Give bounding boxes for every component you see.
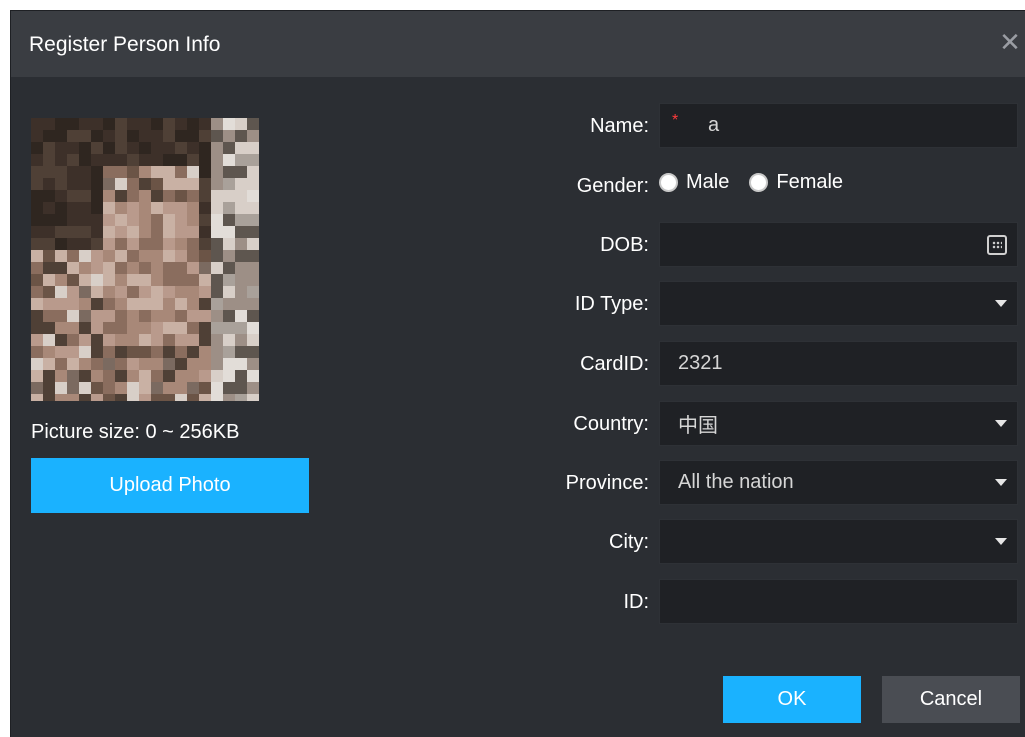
cardid-value: 2321 — [678, 352, 723, 374]
city-label: City: — [609, 531, 649, 553]
register-person-dialog: Register Person Info ✕ Picture size: 0 ~… — [10, 10, 1025, 737]
gender-male-radio[interactable]: Male — [659, 171, 729, 194]
city-select[interactable] — [659, 519, 1018, 564]
dob-label: DOB: — [600, 234, 649, 256]
name-value: a — [708, 114, 720, 136]
cancel-button[interactable]: Cancel — [882, 676, 1020, 723]
id-input[interactable] — [659, 579, 1018, 624]
gender-female-radio[interactable]: Female — [749, 171, 843, 194]
ok-button[interactable]: OK — [723, 676, 861, 723]
dob-input[interactable] — [659, 222, 1018, 267]
name-label: Name: — [590, 115, 649, 137]
chevron-down-icon — [995, 420, 1007, 427]
country-select[interactable]: 中国 — [659, 401, 1018, 446]
dialog-titlebar: Register Person Info ✕ — [11, 11, 1025, 77]
province-label: Province: — [565, 472, 649, 494]
close-icon[interactable]: ✕ — [997, 29, 1023, 55]
calendar-icon[interactable] — [987, 235, 1007, 255]
country-value: 中国 — [678, 415, 718, 437]
gender-radio-group: Male Female — [659, 171, 863, 194]
radio-dot-icon — [659, 173, 678, 192]
gender-male-label: Male — [686, 171, 730, 193]
province-select[interactable]: All the nation — [659, 460, 1018, 505]
province-value: All the nation — [678, 471, 794, 493]
picture-size-caption: Picture size: 0 ~ 256KB — [31, 421, 240, 443]
gender-female-label: Female — [776, 171, 844, 193]
dialog-title: Register Person Info — [29, 33, 221, 56]
country-label: Country: — [573, 413, 649, 435]
chevron-down-icon — [995, 300, 1007, 307]
name-input[interactable]: * a — [659, 103, 1018, 148]
upload-photo-button[interactable]: Upload Photo — [31, 458, 309, 513]
id-type-label: ID Type: — [574, 293, 649, 315]
radio-dot-icon — [749, 173, 769, 192]
id-label: ID: — [623, 591, 649, 613]
gender-label: Gender: — [576, 175, 649, 197]
person-photo — [31, 118, 259, 401]
cardid-label: CardID: — [580, 353, 649, 375]
required-marker: * — [672, 112, 679, 129]
cardid-input[interactable]: 2321 — [659, 341, 1018, 386]
chevron-down-icon — [995, 538, 1007, 545]
id-type-select[interactable] — [659, 281, 1018, 326]
chevron-down-icon — [995, 479, 1007, 486]
